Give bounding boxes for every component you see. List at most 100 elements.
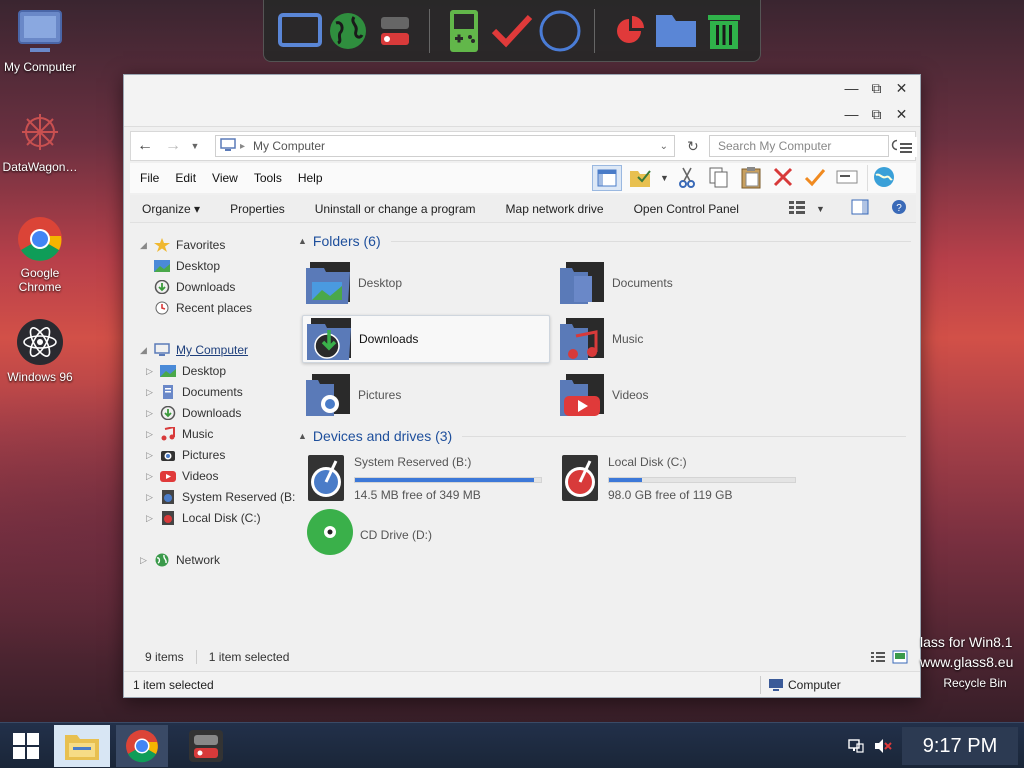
organize-button[interactable]: Organize ▾: [130, 202, 215, 216]
folder-downloads[interactable]: Downloads: [302, 315, 550, 363]
taskbar-file-explorer[interactable]: [54, 725, 110, 767]
nav-computer-music[interactable]: ▷ Music: [146, 424, 213, 444]
cut-icon[interactable]: [675, 165, 701, 191]
menu-file[interactable]: File: [132, 171, 167, 185]
chevron-down-icon[interactable]: ▼: [816, 204, 825, 214]
folder-music[interactable]: Music: [558, 315, 806, 363]
taskbar-clock[interactable]: 9:17 PM: [902, 727, 1018, 765]
nav-favorites-recent[interactable]: Recent places: [150, 298, 252, 318]
expand-arrow-icon[interactable]: ▷: [140, 555, 150, 566]
hamburger-menu-icon[interactable]: [897, 137, 917, 157]
checkmark-icon[interactable]: [803, 165, 829, 191]
uninstall-button[interactable]: Uninstall or change a program: [300, 202, 491, 216]
nav-network[interactable]: ▷ Network: [140, 550, 220, 570]
taskbar-chrome[interactable]: [116, 725, 168, 767]
delete-icon[interactable]: [771, 165, 797, 191]
expand-arrow-icon[interactable]: ▷: [146, 387, 156, 398]
drive-system-reserved[interactable]: System Reserved (B:) 14.5 MB free of 349…: [306, 453, 542, 506]
minimize-button[interactable]: —: [839, 105, 864, 123]
expand-arrow-icon[interactable]: ▷: [146, 492, 156, 503]
checkmark-icon[interactable]: [488, 7, 536, 55]
preview-pane-icon[interactable]: [851, 199, 869, 218]
folder-desktop[interactable]: Desktop: [304, 259, 552, 307]
inner-titlebar[interactable]: — ⧉ ✕: [124, 101, 920, 127]
nav-computer-local-disk[interactable]: ▷ Local Disk (C:): [146, 508, 261, 528]
taskbar-toggle-app[interactable]: [180, 725, 232, 767]
restore-button[interactable]: ⧉: [864, 79, 889, 97]
drive-cd[interactable]: CD Drive (D:): [306, 508, 432, 559]
expand-arrow-icon[interactable]: ▷: [146, 429, 156, 440]
minimize-button[interactable]: —: [839, 79, 864, 97]
nav-favorites-downloads[interactable]: Downloads: [150, 277, 235, 297]
desktop-icon-windows96[interactable]: Windows 96: [0, 318, 80, 384]
map-network-drive-button[interactable]: Map network drive: [491, 202, 619, 216]
nav-computer-desktop[interactable]: ▷ Desktop: [146, 361, 226, 381]
folder-videos[interactable]: Videos: [558, 371, 806, 419]
restore-button[interactable]: ⧉: [864, 105, 889, 123]
nav-my-computer[interactable]: ◢ My Computer: [140, 340, 248, 360]
refresh-button[interactable]: ↻: [687, 138, 699, 155]
expand-arrow-icon[interactable]: ▷: [146, 471, 156, 482]
help-icon[interactable]: ?: [891, 199, 907, 218]
drives-group-header[interactable]: ▲ Devices and drives (3): [298, 428, 907, 444]
view-options-icon[interactable]: [788, 199, 806, 218]
open-control-panel-button[interactable]: Open Control Panel: [619, 202, 754, 216]
folders-group-header[interactable]: ▲ Folders (6): [298, 233, 911, 249]
expand-arrow-icon[interactable]: ▷: [146, 408, 156, 419]
folder-documents[interactable]: Documents: [558, 259, 806, 307]
toggle-icon[interactable]: [372, 7, 420, 55]
start-button[interactable]: [0, 725, 52, 767]
chevron-down-icon[interactable]: ▼: [660, 173, 669, 183]
expand-arrow-icon[interactable]: ◢: [140, 345, 150, 356]
globe-icon[interactable]: [324, 7, 372, 55]
nav-computer-system-reserved[interactable]: ▷ System Reserved (B:: [146, 487, 295, 507]
menu-help[interactable]: Help: [290, 171, 331, 185]
expand-arrow-icon[interactable]: ◢: [140, 240, 150, 251]
menu-tools[interactable]: Tools: [246, 171, 290, 185]
nav-computer-downloads[interactable]: ▷ Downloads: [146, 403, 241, 423]
expand-arrow-icon[interactable]: ▷: [146, 450, 156, 461]
desktop-icon-chrome[interactable]: Google Chrome: [0, 216, 80, 294]
outer-titlebar[interactable]: — ⧉ ✕: [124, 75, 920, 101]
nav-computer-documents[interactable]: ▷ Documents: [146, 382, 243, 402]
tiles-view-icon[interactable]: [892, 650, 908, 667]
drive-local-disk[interactable]: Local Disk (C:) 98.0 GB free of 119 GB: [560, 453, 796, 506]
volume-muted-icon[interactable]: [874, 738, 892, 757]
history-dropdown-button[interactable]: ▼: [187, 132, 203, 160]
circle-icon[interactable]: [536, 7, 584, 55]
forward-button[interactable]: →: [159, 132, 187, 160]
gameboy-icon[interactable]: [440, 7, 488, 55]
menu-edit[interactable]: Edit: [167, 171, 204, 185]
pie-icon[interactable]: [605, 7, 653, 55]
details-view-icon[interactable]: [870, 650, 886, 667]
computer-icon[interactable]: [276, 7, 324, 55]
search-input[interactable]: Search My Computer: [709, 135, 889, 157]
nav-favorites-desktop[interactable]: Desktop: [150, 256, 220, 276]
collapse-arrow-icon[interactable]: ▲: [298, 236, 307, 246]
paste-icon[interactable]: [739, 165, 765, 191]
nav-favorites[interactable]: ◢ Favorites: [140, 235, 225, 255]
chevron-down-icon[interactable]: ⌄: [660, 141, 668, 152]
desktop-icon-datawagon[interactable]: DataWagon…: [0, 108, 80, 174]
network-status-icon[interactable]: [848, 738, 864, 757]
globe-icon[interactable]: [866, 165, 897, 191]
expand-arrow-icon[interactable]: ▷: [146, 513, 156, 524]
back-button[interactable]: ←: [131, 132, 159, 160]
nav-computer-videos[interactable]: ▷ Videos: [146, 466, 218, 486]
desktop-icon-recycle-bin[interactable]: Recycle Bin: [935, 676, 1015, 690]
copy-icon[interactable]: [707, 165, 733, 191]
folder-check-icon[interactable]: [628, 165, 654, 191]
properties-button[interactable]: Properties: [215, 202, 300, 216]
trash-icon[interactable]: [700, 7, 748, 55]
address-box[interactable]: ▸ My Computer ⌄: [215, 135, 675, 157]
rename-icon[interactable]: [835, 165, 861, 191]
desktop-icon-my-computer[interactable]: My Computer: [0, 8, 80, 74]
close-button[interactable]: ✕: [889, 105, 914, 123]
folder-icon[interactable]: [652, 7, 700, 55]
collapse-arrow-icon[interactable]: ▲: [298, 431, 307, 441]
folder-pictures[interactable]: Pictures: [304, 371, 552, 419]
nav-computer-pictures[interactable]: ▷ Pictures: [146, 445, 225, 465]
close-button[interactable]: ✕: [889, 79, 914, 97]
menu-view[interactable]: View: [204, 171, 246, 185]
expand-arrow-icon[interactable]: ▷: [146, 366, 156, 377]
